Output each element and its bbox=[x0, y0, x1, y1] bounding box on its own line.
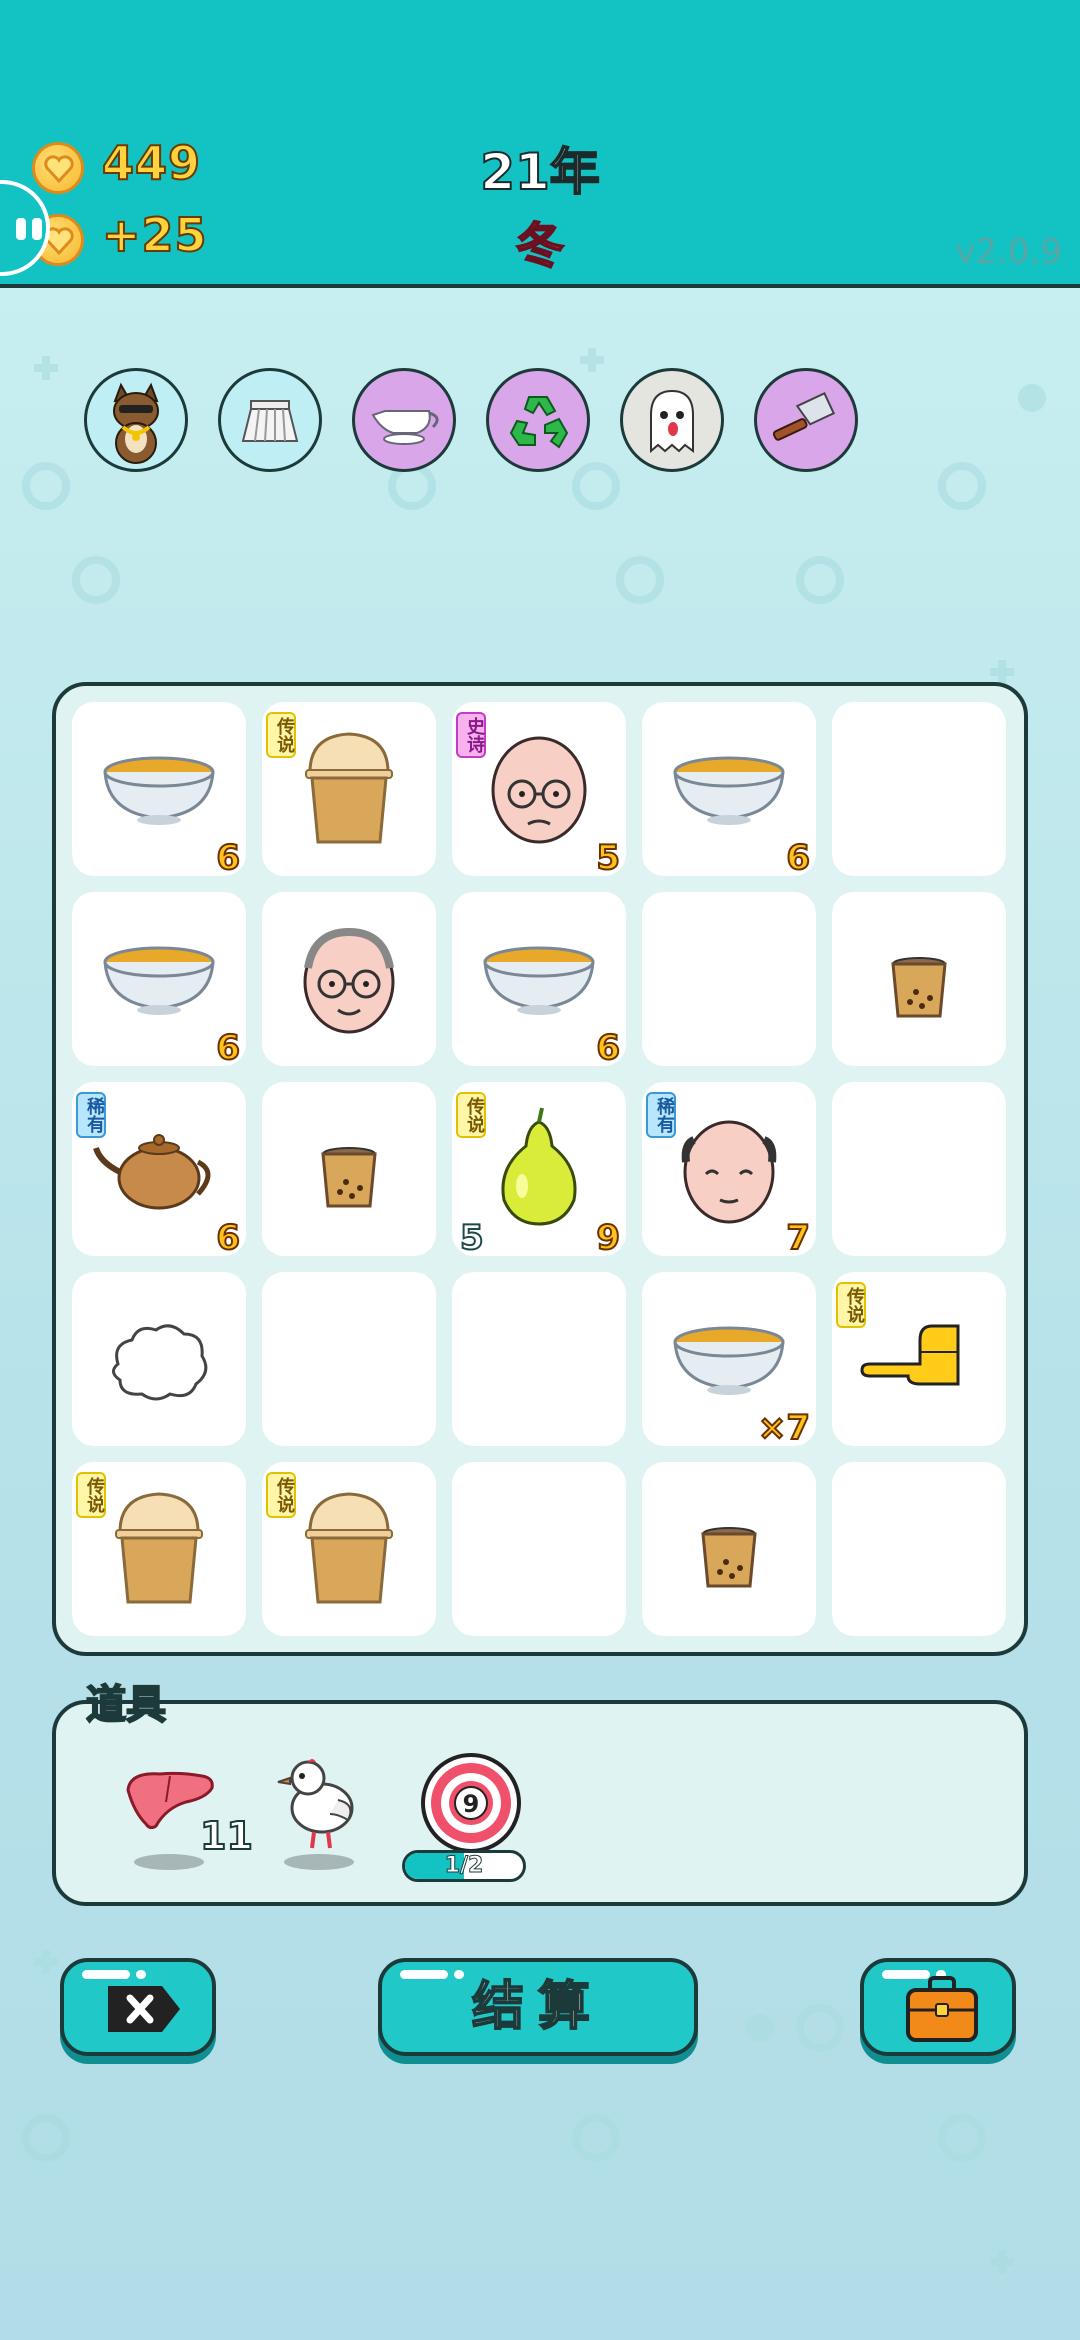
item-count: 6 bbox=[595, 1027, 621, 1069]
cat-with-gold-chain-icon[interactable] bbox=[84, 368, 188, 472]
version-label: v2.0.9 bbox=[955, 232, 1062, 272]
empty-slot[interactable] bbox=[642, 892, 816, 1066]
recycle-icon[interactable] bbox=[486, 368, 590, 472]
top-bar: 449 +25 21年 冬 v2.0.9 bbox=[0, 0, 1080, 288]
bubble-tea-small-icon bbox=[321, 1147, 377, 1208]
briefcase-icon bbox=[906, 1976, 978, 2042]
item-slot-bubble-tea-small[interactable] bbox=[262, 1082, 436, 1256]
ghost-icon[interactable] bbox=[620, 368, 724, 472]
rarity-badge: 传说 bbox=[266, 1472, 296, 1518]
item-count: 6 bbox=[215, 1217, 241, 1259]
item-count: 7 bbox=[785, 1217, 811, 1259]
target-value: 9 bbox=[463, 1790, 480, 1818]
pleated-skirt-icon[interactable] bbox=[218, 368, 322, 472]
item-slot-bubble-tea-large[interactable]: 传说 bbox=[262, 1462, 436, 1636]
item-count: 6 bbox=[215, 837, 241, 879]
item-count: 9 bbox=[595, 1217, 621, 1259]
liver-count: 11 bbox=[199, 1813, 254, 1859]
old-man-glasses-icon bbox=[303, 927, 395, 1034]
item-slot-bubble-tea-large[interactable]: 传说 bbox=[72, 1462, 246, 1636]
discard-button[interactable] bbox=[60, 1958, 216, 2056]
item-slot-pear[interactable]: 传说 9 5 bbox=[452, 1082, 626, 1259]
gravy-boat-icon[interactable] bbox=[352, 368, 456, 472]
item-slot-old-man-glasses[interactable] bbox=[262, 892, 436, 1066]
cotton-icon bbox=[112, 1324, 208, 1401]
target-icon[interactable]: 9 bbox=[416, 1748, 526, 1858]
cleaver-icon[interactable] bbox=[754, 368, 858, 472]
item-slot-pointing-hand[interactable]: 传说 bbox=[832, 1272, 1006, 1446]
item-count: 6 bbox=[215, 1027, 241, 1069]
rarity-badge: 史诗 bbox=[456, 712, 486, 758]
item-slot-soup-bowl[interactable]: 6 bbox=[72, 892, 246, 1069]
item-slot-soup-bowl[interactable]: 6 bbox=[72, 702, 246, 879]
props-title: 道具 bbox=[85, 1681, 167, 1729]
bubble-tea-small-icon bbox=[891, 957, 947, 1018]
item-secondary-count: 5 bbox=[459, 1217, 485, 1259]
item-slot-cotton[interactable] bbox=[72, 1272, 246, 1446]
rarity-badge: 传说 bbox=[456, 1092, 486, 1138]
item-count: 5 bbox=[595, 837, 621, 879]
bubble-tea-small-icon bbox=[701, 1527, 757, 1588]
empty-slot[interactable] bbox=[832, 1082, 1006, 1256]
target-progress-bar: 1/2 bbox=[402, 1850, 526, 1882]
season-label: 冬 bbox=[515, 217, 565, 275]
item-slot-bubble-tea-small[interactable] bbox=[642, 1462, 816, 1636]
settle-button[interactable]: 结算 bbox=[378, 1958, 698, 2056]
empty-slot[interactable] bbox=[452, 1462, 626, 1636]
item-count: 6 bbox=[785, 837, 811, 879]
target-progress-label: 1/2 bbox=[444, 1853, 484, 1879]
item-slot-bubble-tea-large[interactable]: 传说 bbox=[262, 702, 436, 876]
item-board: 6 传说 史诗 5 6 6 6 稀有 6 传说 9 5 稀有 7 ×7 传说 传… bbox=[52, 682, 1028, 1656]
props-panel: 11 9 bbox=[52, 1700, 1028, 1906]
rarity-badge: 传说 bbox=[836, 1282, 866, 1328]
empty-slot[interactable] bbox=[452, 1272, 626, 1446]
item-slot-soup-bowl[interactable]: 6 bbox=[452, 892, 626, 1069]
item-slot-bubble-tea-small[interactable] bbox=[832, 892, 1006, 1066]
year-label: 21年 bbox=[479, 142, 601, 202]
item-slot-bald-man[interactable]: 稀有 7 bbox=[642, 1082, 816, 1259]
rarity-badge: 稀有 bbox=[646, 1092, 676, 1138]
rarity-badge: 传说 bbox=[76, 1472, 106, 1518]
item-slot-teapot[interactable]: 稀有 6 bbox=[72, 1082, 246, 1259]
close-tag-icon bbox=[108, 1986, 180, 2032]
item-slot-old-man-glasses-bald[interactable]: 史诗 5 bbox=[452, 702, 626, 879]
inventory-button[interactable] bbox=[860, 1958, 1016, 2056]
settle-label: 结算 bbox=[471, 1976, 604, 2038]
white-bird-icon[interactable] bbox=[268, 1748, 368, 1858]
empty-slot[interactable] bbox=[832, 1462, 1006, 1636]
item-count: ×7 bbox=[757, 1407, 811, 1449]
item-slot-soup-bowl[interactable]: ×7 bbox=[642, 1272, 816, 1449]
empty-slot[interactable] bbox=[832, 702, 1006, 876]
item-slot-soup-bowl[interactable]: 6 bbox=[642, 702, 816, 879]
rarity-badge: 传说 bbox=[266, 712, 296, 758]
empty-slot[interactable] bbox=[262, 1272, 436, 1446]
rarity-badge: 稀有 bbox=[76, 1092, 106, 1138]
